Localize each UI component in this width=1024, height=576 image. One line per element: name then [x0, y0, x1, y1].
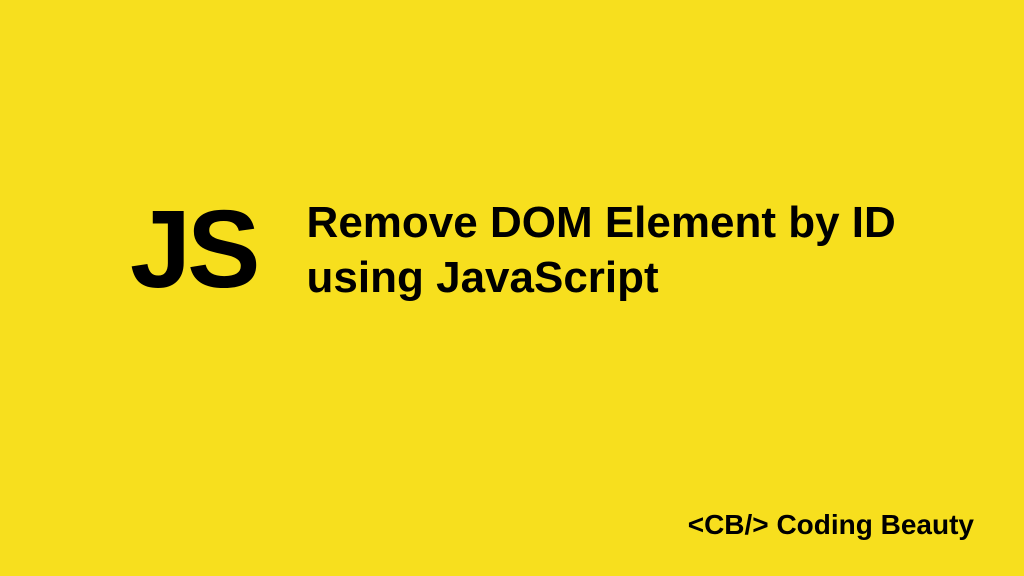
brand-signature: <CB/> Coding Beauty [688, 509, 974, 541]
js-logo: JS [130, 195, 257, 305]
article-title: Remove DOM Element by ID using JavaScrip… [307, 195, 907, 305]
content-wrapper: JS Remove DOM Element by ID using JavaSc… [130, 195, 907, 305]
